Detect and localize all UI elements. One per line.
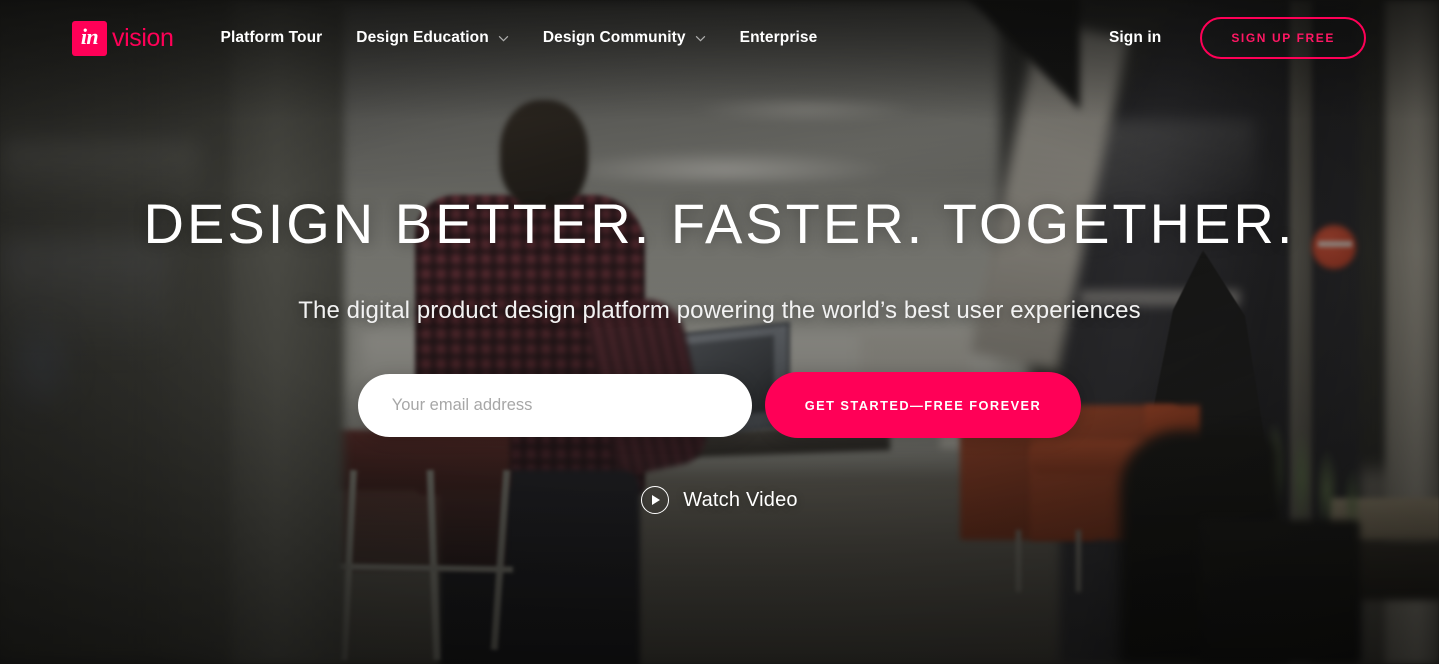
email-input[interactable] [357,373,752,437]
nav-item-enterprise[interactable]: Enterprise [740,29,818,47]
invision-logo-wordmark: vision [112,23,174,52]
nav-item-platform-tour-label: Platform Tour [220,29,323,46]
nav-item-enterprise-label: Enterprise [739,29,818,46]
nav-links: Platform Tour Design Education Design Co… [221,29,852,47]
nav-item-design-education[interactable]: Design Education [356,29,509,47]
nav-item-design-community[interactable]: Design Community [543,29,706,47]
get-started-button[interactable]: GET STARTED—FREE FOREVER [764,372,1082,438]
hero-headline: DESIGN BETTER. FASTER. TOGETHER. [143,192,1296,255]
invision-logo-mark: in [72,20,107,56]
hero-section: in vision Platform Tour Design Education… [0,0,1439,664]
play-circle-icon [641,486,670,514]
chevron-down-icon [695,35,706,42]
sign-up-free-button[interactable]: SIGN UP FREE [1200,17,1366,59]
nav-item-design-education-label: Design Education [356,29,489,46]
hero-signup-form: GET STARTED—FREE FOREVER [357,372,1082,438]
nav-right-actions: Sign in SIGN UP FREE [1109,17,1366,59]
invision-logo[interactable]: in vision [72,20,174,56]
main-navbar: in vision Platform Tour Design Education… [0,0,1439,76]
sign-in-link[interactable]: Sign in [1109,29,1161,47]
nav-item-design-community-label: Design Community [542,29,686,46]
chevron-down-icon [498,35,509,42]
watch-video-label: Watch Video [683,488,798,511]
hero-subheadline: The digital product design platform powe… [298,297,1141,324]
hero-background-photo [0,0,1439,664]
watch-video-button[interactable]: Watch Video [641,486,798,514]
nav-item-platform-tour[interactable]: Platform Tour [221,29,323,47]
